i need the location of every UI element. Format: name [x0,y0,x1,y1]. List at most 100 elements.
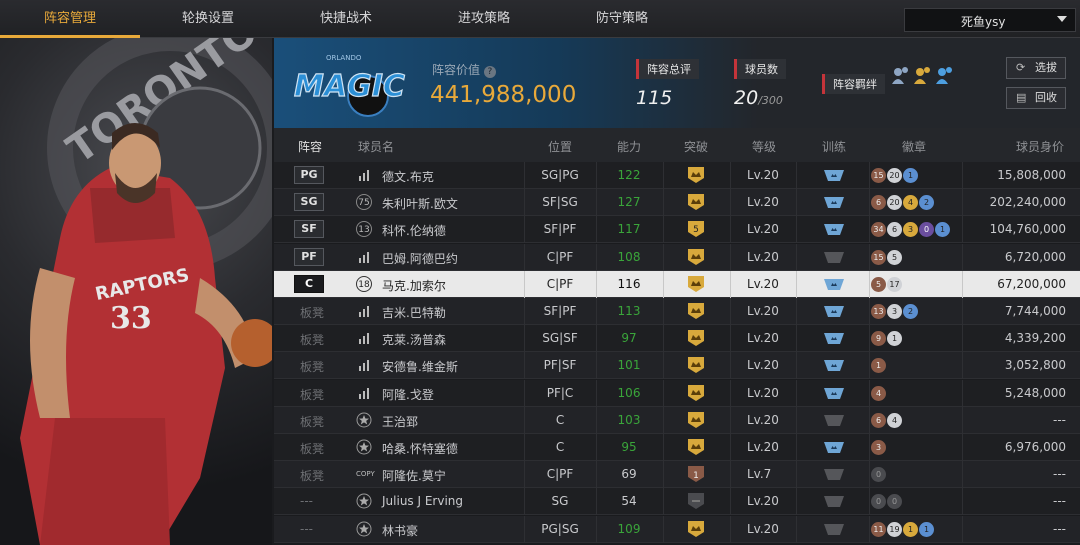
training-icon[interactable] [823,468,845,481]
help-icon[interactable]: ? [483,66,496,78]
lineup-header: MAGIC ORLANDO 阵容价值 ? 441,988,000 阵容总评 11… [274,38,1080,128]
player-name[interactable]: 德文.布克 [382,168,434,185]
tier-bars-icon [356,303,372,319]
breakthrough-icon[interactable] [686,411,706,429]
column-divider [596,216,597,244]
tier-bars-icon [356,167,372,183]
player-name[interactable]: 安德鲁.维金斯 [382,358,458,375]
tab-lineup-management[interactable]: 阵容管理 [0,0,140,38]
table-row[interactable]: 板凳 吉米.巴特勒 SF|PF 113 Lv.20 13 3 2 7,744,000 [274,298,1080,325]
training-icon[interactable] [823,495,845,508]
breakthrough-icon[interactable] [686,492,706,510]
breakthrough-icon[interactable] [686,275,706,293]
table-row[interactable]: SF 13 科怀.伦纳德 SF|PF 117 5 Lv.20 34 6 3 0 1 104,760,00… [274,216,1080,244]
table-row[interactable]: --- Julius J Erving SG 54 Lv.20 0 0 --- [274,488,1080,516]
player-name[interactable]: 马克.加索尔 [382,277,446,294]
breakthrough-icon[interactable] [686,248,706,266]
breakthrough-icon[interactable] [686,302,706,320]
badge-list[interactable]: 0 [871,466,887,483]
player-name[interactable]: 林书豪 [382,522,418,539]
badge-list[interactable]: 3 [871,439,887,456]
column-divider [524,270,525,298]
breakthrough-icon[interactable] [686,438,706,456]
player-level: Lv.20 [747,521,779,536]
training-icon[interactable] [823,441,845,454]
badge-list[interactable]: 1 [871,357,887,374]
training-icon[interactable] [823,223,845,236]
table-row[interactable]: 板凳 克莱.汤普森 SG|SF 97 Lv.20 9 1 4,339,200 [274,325,1080,353]
table-row[interactable]: 板凳 COPY 阿隆佐.莫宁 C|PF 69 1 Lv.7 0 --- [274,461,1080,489]
badge-list[interactable]: 4 [871,385,887,402]
training-icon[interactable] [823,414,845,427]
breakthrough-icon[interactable]: 1 [686,465,706,483]
breakthrough-icon[interactable] [686,329,706,347]
player-name[interactable]: 王治郅 [382,413,418,430]
stat-player-count-label: 球员数 [734,59,786,79]
training-icon[interactable] [823,387,845,400]
badge-list[interactable]: 15 20 1 [871,167,919,184]
player-name[interactable]: 哈桑.怀特塞德 [382,440,458,457]
breakthrough-icon[interactable] [686,520,706,538]
recycle-button[interactable]: ▤ 回收 [1006,87,1066,109]
badge-list[interactable]: 13 3 2 [871,303,919,320]
table-row[interactable]: SG 75 朱利叶斯.欧文 SF|SG 127 Lv.20 6 20 4 2 202,240,000 [274,189,1080,217]
badge-count: 2 [919,195,934,211]
column-divider [596,162,597,189]
breakthrough-icon[interactable] [686,193,706,211]
badge-count: 15 [871,249,886,265]
training-icon[interactable] [823,278,845,291]
badge-list[interactable]: 00 [871,493,903,510]
table-row[interactable]: 板凳 哈桑.怀特塞德 C 95 Lv.20 3 6,976,000 [274,434,1080,461]
tab-quick-tactics[interactable]: 快捷战术 [276,0,416,38]
account-dropdown[interactable]: 死鱼ysy [904,8,1076,32]
badge-list[interactable]: 5 17 [871,276,903,293]
jersey-number-icon: 13 [356,221,372,238]
table-row[interactable]: 板凳 王治郅 C 103 Lv.20 6 4 --- [274,406,1080,434]
badge-list[interactable]: 34 6 3 0 1 [871,221,951,238]
badge-list[interactable]: 64 [871,412,903,429]
badge-list[interactable]: 11 19 1 1 [871,521,935,538]
svg-text:5: 5 [693,225,699,235]
player-name[interactable]: 阿隆佐.莫宁 [382,467,446,484]
training-icon[interactable] [823,359,845,372]
player-name[interactable]: 朱利叶斯.欧文 [382,195,458,212]
player-name[interactable]: 科怀.伦纳德 [382,222,446,239]
column-divider [663,162,664,189]
training-icon[interactable] [823,332,845,345]
column-divider [869,298,870,325]
tab-offense-strategy[interactable]: 进攻策略 [414,0,554,38]
table-row[interactable]: 板凳 安德鲁.维金斯 PF|SF 101 Lv.20 1 3,052,800 [274,352,1080,380]
badge-list[interactable]: 15 5 [871,249,903,266]
training-icon[interactable] [823,196,845,209]
column-divider [524,298,525,325]
table-row[interactable]: C 18 马克.加索尔 C|PF 116 Lv.20 5 17 67,200,000 [274,270,1080,298]
player-name[interactable]: 吉米.巴特勒 [382,304,446,321]
tab-rotation-settings[interactable]: 轮换设置 [138,0,278,38]
scout-button[interactable]: ⟳ 选拔 [1006,57,1066,79]
training-icon[interactable] [823,169,845,182]
breakthrough-icon[interactable] [686,356,706,374]
breakthrough-icon[interactable] [686,384,706,402]
player-name[interactable]: 克莱.汤普森 [382,331,446,348]
table-row[interactable]: PF 巴姆.阿德巴约 C|PF 108 Lv.20 15 5 6,720,000 [274,243,1080,271]
badge-list[interactable]: 91 [871,330,903,347]
table-row[interactable]: --- 林书豪 PG|SG 109 Lv.20 11 19 1 1 --- [274,515,1080,543]
training-icon[interactable] [823,305,845,318]
tab-defense-strategy[interactable]: 防守策略 [552,0,692,38]
player-name[interactable]: Julius J Erving [382,494,463,508]
breakthrough-icon[interactable]: 5 [686,220,706,238]
badge-count: 0 [887,494,902,510]
col-ability: 能力 [617,140,642,154]
table-row[interactable]: PG 德文.布克 SG|PG 122 Lv.20 15 20 1 15,808,000 [274,162,1080,189]
training-icon[interactable] [823,523,845,536]
player-name[interactable]: 阿隆.戈登 [382,386,434,403]
training-icon[interactable] [823,251,845,264]
player-name[interactable]: 巴姆.阿德巴约 [382,250,458,267]
table-row[interactable]: 板凳 阿隆.戈登 PF|C 106 Lv.20 4 5,248,000 [274,379,1080,407]
stat-bond: 阵容羁绊 [822,58,960,94]
badge-list[interactable]: 6 20 4 2 [871,194,935,211]
badge-count: 15 [871,168,886,183]
team-bond-icons[interactable] [890,64,960,88]
column-divider [962,515,963,543]
breakthrough-icon[interactable] [686,166,706,184]
